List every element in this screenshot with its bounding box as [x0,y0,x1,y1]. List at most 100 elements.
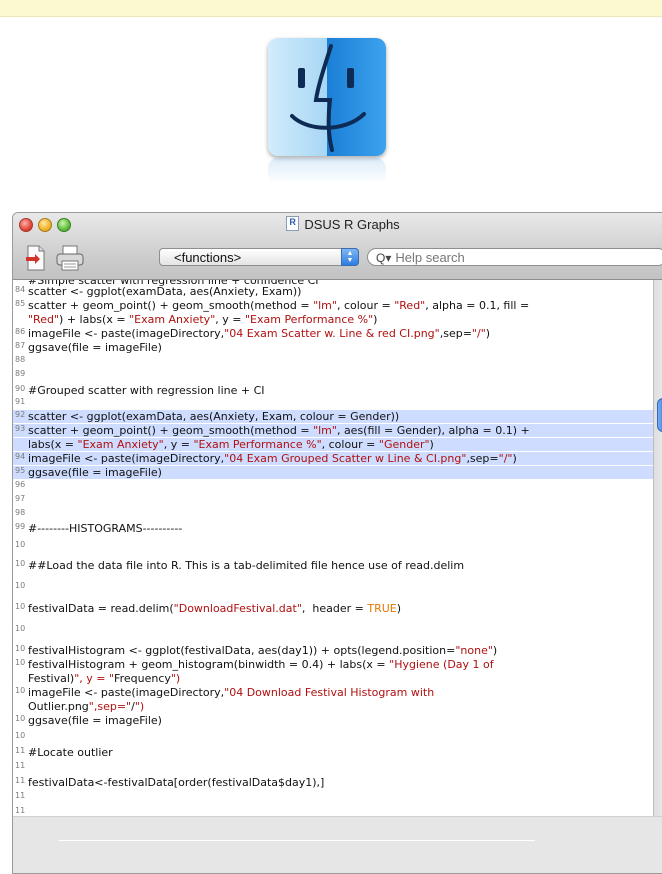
code-line[interactable]: 11 [13,761,653,774]
line-number: 10 [15,624,26,633]
line-number: 93 [15,424,26,433]
code-line[interactable]: "Red") + labs(x = "Exam Anxiety", y = "E… [13,313,653,326]
line-number: 11 [15,791,26,800]
code-line[interactable]: 11 #Locate outlier [13,746,653,759]
code-line[interactable]: 91 [13,397,653,410]
code-text: ggsave(file = imageFile) [28,714,162,727]
code-line[interactable]: 11 [13,791,653,804]
code-line[interactable]: 86 imageFile <- paste(imageDirectory,"04 … [13,327,653,340]
code-line[interactable]: Festival)", y = "Frequency") [13,672,653,685]
line-number: 91 [15,397,26,406]
line-number: 99 [15,522,26,531]
line-number: 86 [15,327,26,336]
finder-icon[interactable] [268,38,386,156]
line-number: 10 [15,559,26,568]
line-number: 97 [15,494,26,503]
code-line[interactable]: 10 [13,540,653,553]
code-text: Festival)", y = "Frequency") [28,672,181,685]
line-number: 10 [15,731,26,740]
new-document-icon[interactable] [25,245,47,271]
code-line[interactable]: 85 scatter + geom_point() + geom_smooth(m… [13,299,653,312]
code-text: scatter <- ggplot(examData, aes(Anxiety,… [28,285,302,298]
code-line[interactable]: 93 scatter + geom_point() + geom_smooth(m… [13,424,653,437]
code-line[interactable]: 90 #Grouped scatter with regression line … [13,384,653,397]
help-search-input[interactable]: Q▾ Help search [367,248,662,266]
code-line[interactable]: 10 imageFile <- paste(imageDirectory,"04 … [13,686,653,699]
vertical-scrollbar[interactable] [654,280,662,816]
code-line[interactable]: 87 ggsave(file = imageFile) [13,341,653,354]
line-number: 11 [15,776,26,785]
line-number: 85 [15,299,26,308]
code-line[interactable]: 95 ggsave(file = imageFile) [13,466,653,479]
window-title: DSUS R Graphs [13,216,662,232]
help-search-placeholder: Help search [395,250,465,265]
line-number: 94 [15,452,26,461]
code-line[interactable]: 10 [13,624,653,637]
code-text: scatter + geom_point() + geom_smooth(met… [28,299,530,312]
code-text: #--------HISTOGRAMS---------- [28,522,183,535]
finder-reflection [268,158,386,184]
code-line[interactable]: 11 festivalData<-festivalData[order(festi… [13,776,653,789]
code-line[interactable]: Outlier.png",sep="/") [13,700,653,713]
code-line[interactable]: 97 [13,494,653,507]
code-text: festivalHistogram <- ggplot(festivalData… [28,644,498,657]
line-number: 10 [15,658,26,667]
code-line[interactable]: 96 [13,480,653,493]
line-number: 96 [15,480,26,489]
code-text: imageFile <- paste(imageDirectory,"04 Ex… [28,452,517,465]
status-divider [59,840,535,841]
code-text: Outlier.png",sep="/") [28,700,145,713]
title-bar: DSUS R Graphs <functions> ▲▼ Q▾Help [13,213,662,280]
code-text: ##Load the data file into R. This is a t… [28,559,465,572]
code-line[interactable]: 10 ggsave(file = imageFile) [13,714,653,727]
line-number: 98 [15,508,26,517]
code-line[interactable]: 84 scatter <- ggplot(examData, aes(Anxiet… [13,285,653,298]
line-number: 87 [15,341,26,350]
code-text: #Grouped scatter with regression line + … [28,384,265,397]
code-text: #Locate outlier [28,746,113,759]
code-line[interactable]: 92 scatter <- ggplot(examData, aes(Anxiet… [13,410,653,423]
line-number: 11 [15,761,26,770]
search-icon: Q▾ [376,251,392,265]
code-line[interactable]: 10 festivalHistogram <- ggplot(festivalDa… [13,644,653,657]
code-line[interactable]: 88 [13,355,653,368]
code-line[interactable]: 98 [13,508,653,521]
r-document-icon [286,216,300,231]
code-text: imageFile <- paste(imageDirectory,"04 Ex… [28,327,491,340]
code-line[interactable]: 10 [13,731,653,744]
code-text: scatter + geom_point() + geom_smooth(met… [28,424,530,437]
code-line[interactable]: 10 festivalHistogram + geom_histogram(bin… [13,658,653,671]
line-number: 11 [15,746,26,755]
code-line[interactable]: 10 ##Load the data file into R. This is a… [13,559,653,572]
code-text: imageFile <- paste(imageDirectory,"04 Do… [28,686,435,699]
line-number: 90 [15,384,26,393]
functions-dropdown-label: <functions> [174,250,242,265]
code-line[interactable]: 94 imageFile <- paste(imageDirectory,"04 … [13,452,653,465]
scrollbar-thumb[interactable] [657,398,662,432]
code-text: labs(x = "Exam Anxiety", y = "Exam Perfo… [28,438,434,451]
line-number: 92 [15,410,26,419]
line-number: 10 [15,540,26,549]
line-number: 84 [15,285,26,294]
line-number: 89 [15,369,26,378]
functions-dropdown[interactable]: <functions> ▲ ▼ [159,248,359,266]
editor-window: DSUS R Graphs <functions> ▲▼ Q▾Help [12,212,662,874]
code-line[interactable]: 99 #--------HISTOGRAMS---------- [13,522,653,535]
window-title-text: DSUS R Graphs [304,217,400,232]
code-text: ggsave(file = imageFile) [28,341,162,354]
line-number: 11 [15,806,26,815]
code-text: ggsave(file = imageFile) [28,466,162,479]
code-line[interactable]: 11 [13,806,653,816]
line-number: 10 [15,714,26,723]
code-text: festivalHistogram + geom_histogram(binwi… [28,658,494,671]
line-number: 95 [15,466,26,475]
printer-icon[interactable] [55,245,85,271]
code-text: festivalData<-festivalData[order(festiva… [28,776,325,789]
code-editor[interactable]: #Simple scatter with regression line + c… [13,280,654,816]
code-line[interactable]: 10 [13,581,653,594]
code-line[interactable]: 89 [13,369,653,382]
line-number: 10 [15,686,26,695]
code-line[interactable]: labs(x = "Exam Anxiety", y = "Exam Perfo… [13,438,653,451]
code-text: festivalData = read.delim("DownloadFesti… [28,602,402,615]
code-line[interactable]: 10 festivalData = read.delim("DownloadFes… [13,602,653,615]
